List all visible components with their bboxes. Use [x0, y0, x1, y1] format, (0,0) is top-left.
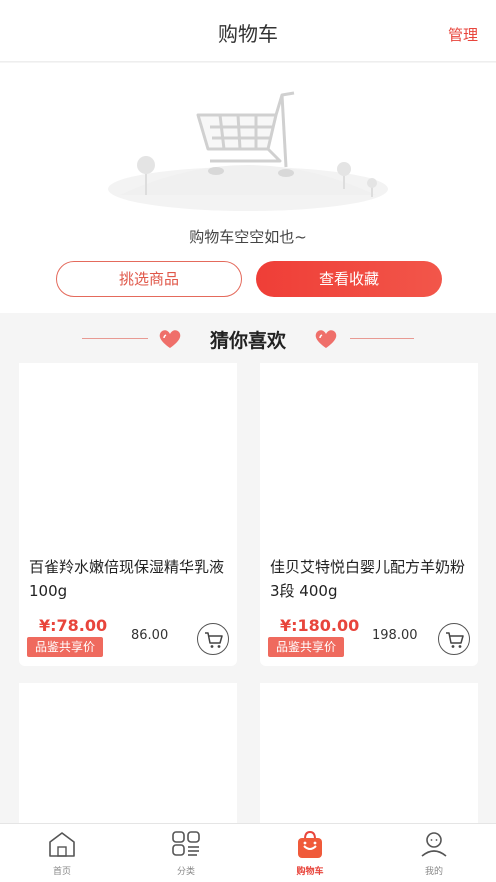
- recommend-title: 猜你喜欢: [209, 330, 286, 352]
- tab-label: 购物车: [296, 867, 324, 877]
- product-original-price: 86.00: [131, 628, 169, 643]
- manage-button[interactable]: 管理: [448, 24, 478, 45]
- tab-label: 首页: [52, 867, 71, 877]
- tab-cart[interactable]: 购物车: [248, 824, 372, 882]
- heart-icon: [315, 330, 337, 348]
- recommend-header: 猜你喜欢: [0, 322, 496, 358]
- user-icon: [421, 832, 447, 857]
- price-tag-badge: 品鉴共享价: [268, 637, 345, 657]
- home-icon: [49, 832, 75, 857]
- empty-cart-illustration-icon: [108, 91, 388, 211]
- product-card[interactable]: 百雀羚水嫩倍现保湿精华乳液100g ¥:78.00 86.00 品鉴共享价: [19, 363, 237, 666]
- product-price: ¥:78.00: [39, 616, 108, 635]
- pick-products-button[interactable]: 挑选商品: [56, 261, 242, 297]
- add-to-cart-button[interactable]: [197, 623, 229, 655]
- cart-icon: [446, 632, 464, 648]
- tab-label: 分类: [176, 867, 195, 877]
- product-card[interactable]: [19, 683, 237, 863]
- top-nav-bar: 购物车 管理: [0, 0, 496, 62]
- product-image[interactable]: [19, 363, 237, 543]
- cart-bag-icon: [298, 830, 322, 858]
- category-icon: [172, 831, 200, 856]
- tab-category[interactable]: 分类: [124, 824, 248, 882]
- view-favorites-button[interactable]: 查看收藏: [256, 261, 442, 297]
- product-name: 佳贝艾特悦白婴儿配方羊奶粉3段 400g: [270, 558, 466, 600]
- product-card[interactable]: 佳贝艾特悦白婴儿配方羊奶粉3段 400g ¥:180.00 198.00 品鉴共…: [260, 363, 478, 666]
- product-image[interactable]: [260, 363, 478, 543]
- product-original-price: 198.00: [372, 628, 418, 643]
- tab-profile[interactable]: 我的: [372, 824, 496, 882]
- product-price: ¥:180.00: [280, 616, 360, 635]
- empty-cart-section: 购物车空空如也~ 挑选商品 查看收藏: [0, 63, 496, 313]
- product-card[interactable]: [260, 683, 478, 863]
- tab-label: 我的: [424, 867, 443, 877]
- page-title: 购物车: [218, 22, 278, 46]
- empty-cart-message: 购物车空空如也~: [189, 228, 307, 246]
- divider-line: [350, 338, 414, 339]
- cart-icon: [205, 632, 223, 648]
- add-to-cart-button[interactable]: [438, 623, 470, 655]
- bottom-tab-bar: 首页 分类 购物车 我的: [0, 823, 496, 882]
- price-tag-badge: 品鉴共享价: [27, 637, 104, 657]
- product-name: 百雀羚水嫩倍现保湿精华乳液100g: [29, 558, 225, 600]
- tab-home[interactable]: 首页: [0, 824, 124, 882]
